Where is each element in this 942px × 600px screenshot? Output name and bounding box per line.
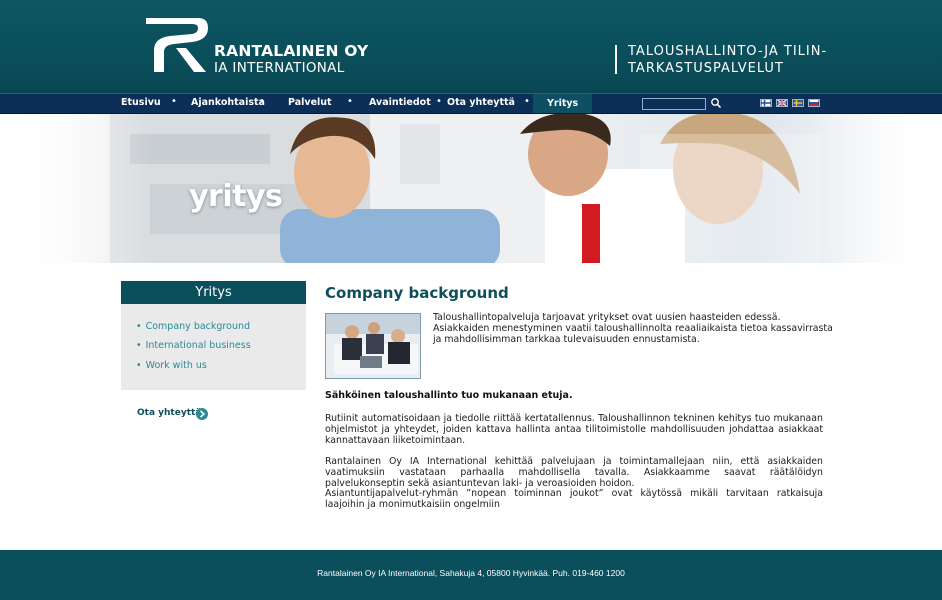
tagline: TALOUSHALLINTO-JA TILIN- TARKASTUSPALVEL… [628, 43, 868, 77]
uk-flag-icon[interactable] [776, 99, 788, 107]
bullet-icon: • [136, 360, 142, 371]
nav-separator: • [171, 96, 177, 107]
hero-photo [0, 114, 942, 263]
contact-link[interactable]: Ota yhteyttä [137, 408, 201, 418]
tagline-line-1: TALOUSHALLINTO-JA TILIN- [628, 44, 828, 59]
company-name: RANTALAINEN OY [214, 42, 369, 60]
section-heading: Sähköinen taloushallinto tuo mukanaan et… [325, 390, 573, 401]
tagline-divider [615, 45, 617, 74]
nav-item-yritys[interactable]: Yritys [533, 94, 593, 113]
nav-separator: • [436, 96, 442, 107]
company-subtitle: IA INTERNATIONAL [214, 60, 345, 76]
footer-address: Rantalainen Oy IA International, Sahakuj… [317, 568, 625, 578]
sidebar-item-label: International business [145, 340, 251, 351]
r-logo-icon[interactable] [140, 14, 212, 76]
sidebar-item-label: Company background [145, 321, 251, 332]
nav-item-avaintiedot[interactable]: Avaintiedot [369, 97, 431, 108]
sidebar-item-label: Work with us [145, 360, 207, 371]
sidebar-item-company-background[interactable]: • Company background [136, 321, 250, 332]
russia-flag-icon[interactable] [808, 99, 820, 107]
nav-item-ajankohtaista[interactable]: Ajankohtaista [191, 97, 265, 108]
paragraph-1: Rutiinit automatisoidaan ja tiedolle rii… [325, 413, 823, 446]
page-title: Company background [325, 284, 509, 302]
nav-separator: • [524, 96, 530, 107]
bullet-icon: • [136, 321, 142, 332]
paragraph-2: Rantalainen Oy IA International kehittää… [325, 456, 823, 489]
arrow-circle-icon[interactable] [196, 408, 208, 420]
nav-item-palvelut[interactable]: Palvelut [288, 97, 332, 108]
tagline-line-2: TARKASTUSPALVELUT [628, 61, 784, 76]
nav-item-ota-yhteytta[interactable]: Ota yhteyttä [447, 97, 515, 108]
sidebar-item-work-with-us[interactable]: • Work with us [136, 360, 207, 371]
nav-separator: • [259, 96, 265, 107]
intro-text: Taloushallintopalveluja tarjoavat yrityk… [433, 312, 833, 345]
sidebar-title: Yritys [121, 281, 306, 304]
site-header: RANTALAINEN OY IA INTERNATIONAL TALOUSHA… [0, 0, 942, 93]
finland-flag-icon[interactable] [760, 99, 772, 107]
main-nav: Etusivu • Ajankohtaista • Palvelut • Ava… [0, 93, 942, 114]
nav-item-etusivu[interactable]: Etusivu [121, 97, 161, 108]
paragraph-3: Asiantuntijapalvelut-ryhmän ”nopean toim… [325, 488, 823, 510]
search-icon[interactable] [710, 97, 722, 109]
business-meeting-image [325, 313, 421, 379]
bullet-icon: • [136, 340, 142, 351]
nav-separator: • [347, 96, 353, 107]
sidebar-item-international-business[interactable]: • International business [136, 340, 251, 351]
hero-title: yritys [189, 179, 283, 214]
hero-banner: yritys [0, 114, 942, 263]
search-input[interactable] [642, 98, 706, 110]
sweden-flag-icon[interactable] [792, 99, 804, 107]
